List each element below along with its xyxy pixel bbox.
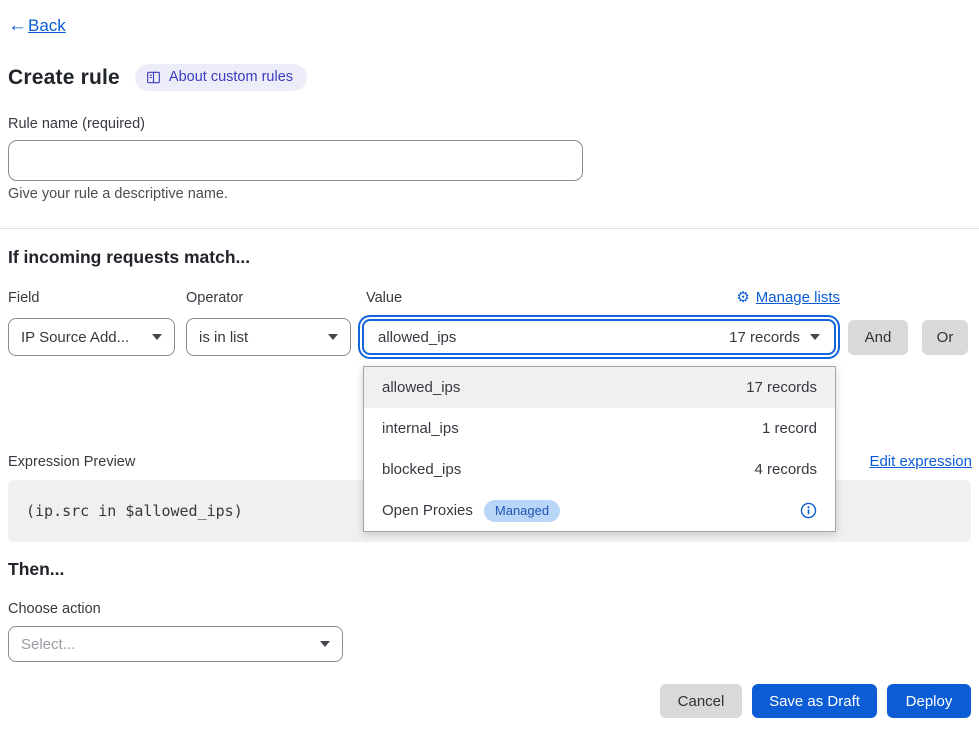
and-button[interactable]: And	[848, 320, 908, 355]
list-item-blocked-ips[interactable]: blocked_ips 4 records	[364, 449, 835, 490]
operator-label: Operator	[186, 290, 243, 306]
or-button[interactable]: Or	[922, 320, 968, 355]
operator-select[interactable]: is in list	[186, 318, 351, 356]
back-label: Back	[28, 16, 66, 36]
save-as-draft-button[interactable]: Save as Draft	[752, 684, 877, 718]
section-divider	[0, 228, 979, 229]
action-select-placeholder: Select...	[21, 636, 75, 653]
expression-preview-label: Expression Preview	[8, 454, 135, 470]
value-select[interactable]: allowed_ips 17 records	[362, 319, 836, 355]
caret-down-icon	[328, 334, 338, 340]
about-custom-rules-badge[interactable]: About custom rules	[135, 64, 307, 91]
list-item-open-proxies[interactable]: Open Proxies Managed	[364, 490, 835, 531]
back-link[interactable]: ← Back	[8, 15, 66, 37]
manage-lists-label: Manage lists	[756, 289, 840, 306]
field-select[interactable]: IP Source Add...	[8, 318, 175, 356]
rule-name-label: Rule name (required)	[8, 116, 145, 132]
action-select[interactable]: Select...	[8, 626, 343, 662]
book-icon	[146, 70, 161, 85]
expression-code: (ip.src in $allowed_ips)	[26, 502, 243, 520]
create-rule-page: ← Back Create rule About custom rules Ru…	[0, 0, 979, 739]
info-icon[interactable]	[800, 502, 817, 519]
edit-expression-link[interactable]: Edit expression	[869, 453, 972, 470]
back-arrow-icon: ←	[8, 15, 27, 37]
gear-icon: ⚙	[736, 288, 749, 306]
list-item-records: 17 records	[746, 379, 817, 396]
caret-down-icon	[152, 334, 162, 340]
value-select-value: allowed_ips	[378, 329, 456, 346]
list-item-name: blocked_ips	[382, 461, 461, 478]
caret-down-icon	[320, 641, 330, 647]
lists-dropdown-panel: allowed_ips 17 records internal_ips 1 re…	[363, 366, 836, 532]
list-item-records: 4 records	[754, 461, 817, 478]
list-item-name: allowed_ips	[382, 379, 460, 396]
rule-name-input[interactable]	[8, 140, 583, 181]
choose-action-label: Choose action	[8, 601, 101, 617]
caret-down-icon	[810, 334, 820, 340]
field-label: Field	[8, 290, 39, 306]
value-select-records: 17 records	[729, 329, 800, 346]
list-item-name: internal_ips	[382, 420, 459, 437]
field-select-value: IP Source Add...	[21, 329, 129, 346]
rule-name-helper-text: Give your rule a descriptive name.	[8, 186, 228, 202]
then-section-heading: Then...	[8, 559, 64, 580]
about-badge-label: About custom rules	[169, 69, 293, 85]
list-item-records: 1 record	[762, 420, 817, 437]
title-row: Create rule About custom rules	[8, 64, 307, 91]
value-label: Value	[366, 290, 402, 306]
deploy-button[interactable]: Deploy	[887, 684, 971, 718]
list-item-name: Open Proxies	[382, 502, 473, 519]
managed-badge: Managed	[484, 500, 560, 522]
manage-lists-link[interactable]: ⚙ Manage lists	[736, 288, 840, 306]
page-title: Create rule	[8, 66, 120, 90]
list-item-allowed-ips[interactable]: allowed_ips 17 records	[364, 367, 835, 408]
list-item-internal-ips[interactable]: internal_ips 1 record	[364, 408, 835, 449]
operator-select-value: is in list	[199, 329, 248, 346]
cancel-button[interactable]: Cancel	[660, 684, 742, 718]
match-section-heading: If incoming requests match...	[8, 247, 250, 268]
